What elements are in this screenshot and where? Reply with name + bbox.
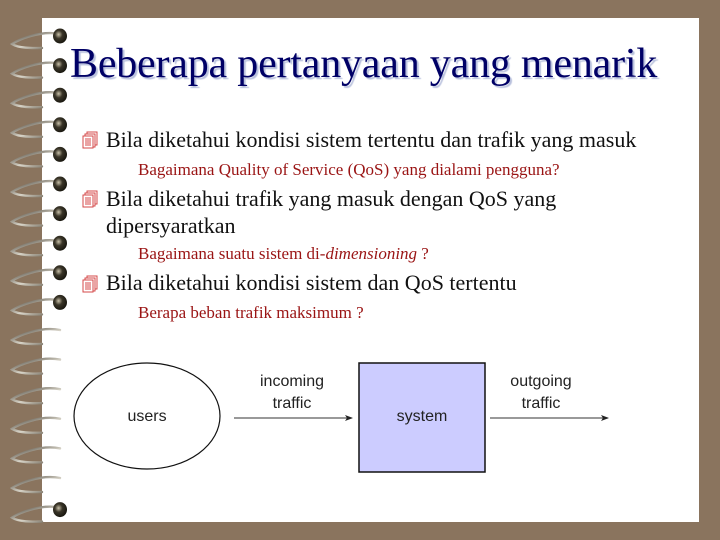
traffic-flow-diagram: users incoming traffic system outgoing t… <box>73 362 609 473</box>
outgoing-label-line2: traffic <box>522 395 561 412</box>
system-label: system <box>397 408 448 425</box>
incoming-label-line1: incoming <box>260 373 324 390</box>
users-label: users <box>127 408 166 425</box>
incoming-label-line2: traffic <box>273 395 312 412</box>
outgoing-label-line1: outgoing <box>510 373 571 390</box>
